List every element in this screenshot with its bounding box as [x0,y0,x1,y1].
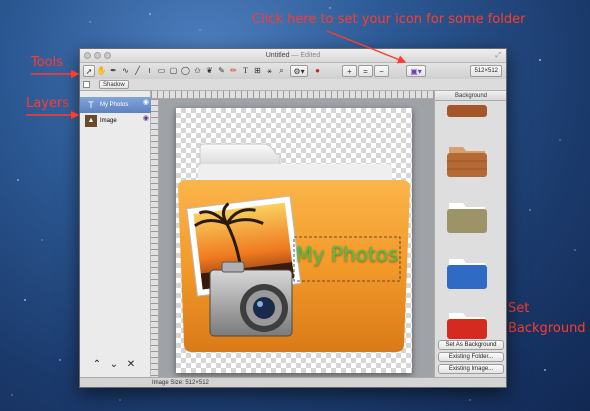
annotation-layers: Layers [26,96,70,111]
horizontal-ruler [151,91,434,99]
crop-icon[interactable]: ⊞ [252,65,263,77]
annotation-icon-hint: Click here to set your icon for some fol… [252,12,526,27]
shadow-button[interactable]: Shadow [99,80,129,89]
wood-folder-thumb[interactable] [445,139,489,179]
align-middle-icon[interactable]: = [358,65,373,77]
rectangle-icon[interactable]: ▭ [156,65,167,77]
close-window-button[interactable] [84,52,91,59]
set-folder-icon-button[interactable]: ▣▾ [406,65,426,77]
star-icon[interactable]: ✩ [192,65,203,77]
settings-menu-icon[interactable]: ⚙▾ [290,65,308,77]
canvas-text-layer[interactable]: My Photos [292,239,402,269]
layers-panel: T My Photos ◉ ▲ Image ◉ ⌃ ⌄ ✕ [80,91,151,377]
align-add-icon[interactable]: + [342,65,357,77]
layer-item-my-photos[interactable]: T My Photos ◉ [80,97,151,113]
document-name: Untitled [265,52,290,59]
pencil-icon[interactable]: ✏ [228,65,239,77]
ellipse-icon[interactable]: ◯ [180,65,191,77]
khaki-folder-thumb[interactable] [445,195,489,235]
red-folder-thumb[interactable] [445,305,489,339]
wood-folder-thumb-partial[interactable] [445,105,489,123]
freeform-icon[interactable]: ≀ [144,65,155,77]
brush-icon[interactable]: ✎ [216,65,227,77]
blue-folder-thumb[interactable] [445,251,489,291]
zoom-window-button[interactable] [104,52,111,59]
zoom-icon[interactable]: ⌕ [276,65,287,77]
edited-indicator: — Edited [291,52,321,59]
line-icon[interactable]: ╱ [132,65,143,77]
pen-icon[interactable]: ✒ [108,65,119,77]
app-window: Untitled — Edited ⤢ ➚ ✋ ✒ ∿ ╱ ≀ ▭ ▢ ◯ ✩ … [79,48,507,388]
layer-up-icon[interactable]: ⌃ [90,359,104,371]
existing-image-button[interactable]: Existing Image... [438,364,504,374]
existing-folder-button[interactable]: Existing Folder... [438,352,504,362]
layer-down-icon[interactable]: ⌄ [107,359,121,371]
color-picker-icon[interactable]: ● [312,65,323,77]
title-bar: Untitled — Edited ⤢ [80,49,506,63]
options-bar: Shadow [80,79,506,91]
window-title: Untitled — Edited [230,50,356,62]
layer-label: My Photos [100,102,129,108]
toolbar: ➚ ✋ ✒ ∿ ╱ ≀ ▭ ▢ ◯ ✩ ❦ ✎ ✏ T ⊞ ⚹ ⌕ ⚙▾ ● +… [80,63,506,79]
text-layer-icon: T [88,100,94,110]
set-as-background-button[interactable]: Set As Background [438,340,504,350]
fullscreen-icon[interactable]: ⤢ [495,52,501,60]
visibility-eye-icon[interactable]: ◉ [143,99,149,106]
align-remove-icon[interactable]: − [374,65,389,77]
canvas-area[interactable]: My Photos [159,99,434,377]
annotation-tools: Tools [31,55,64,70]
image-size-select[interactable]: 512×512 [470,65,502,77]
layer-item-image[interactable]: ▲ Image ◉ [80,113,151,129]
curve-icon[interactable]: ∿ [120,65,131,77]
annotation-set-line2: Background [508,321,586,336]
background-header: Background [435,91,506,101]
rounded-rect-icon[interactable]: ▢ [168,65,179,77]
image-size-status: Image Size: 512×512 [152,380,209,386]
layer-label: Image [100,118,117,124]
magic-wand-icon[interactable]: ⚹ [264,65,275,77]
status-bar: Image Size: 512×512 [80,377,506,387]
butterfly-icon[interactable]: ❦ [204,65,215,77]
text-icon[interactable]: T [240,65,251,77]
annotation-set-line1: Set [508,301,530,316]
background-panel: Background Set As Background Existing Fo… [434,91,506,377]
pointer-icon[interactable]: ➚ [83,65,95,77]
visibility-eye-icon[interactable]: ◉ [143,115,149,122]
shadow-checkbox[interactable] [83,81,90,88]
minimize-window-button[interactable] [94,52,101,59]
vertical-ruler [151,99,159,377]
layer-delete-icon[interactable]: ✕ [124,359,138,371]
document-canvas[interactable]: My Photos [176,108,412,373]
grab-icon[interactable]: ✋ [96,65,107,77]
image-layer-icon: ▲ [85,115,97,127]
